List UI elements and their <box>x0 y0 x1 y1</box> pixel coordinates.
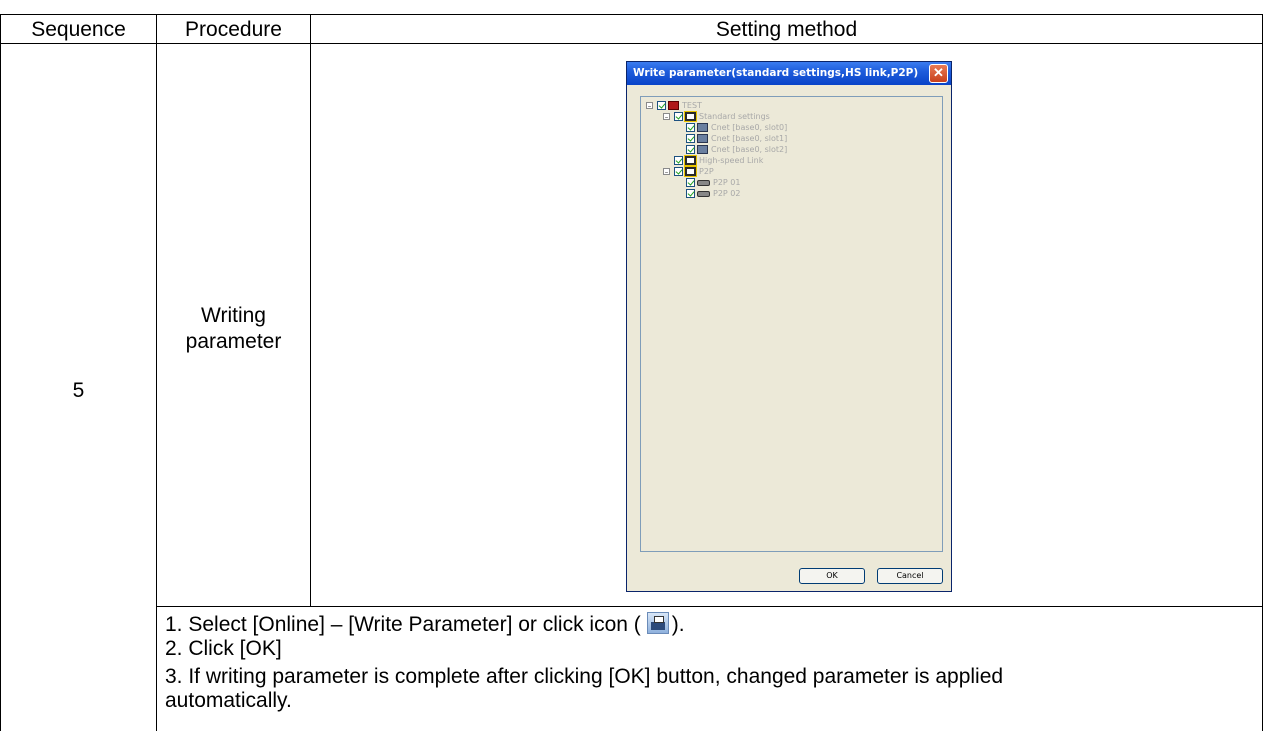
checked-checkbox-icon[interactable] <box>686 123 695 132</box>
tree-item-root[interactable]: – TEST <box>646 100 766 111</box>
checked-checkbox-icon[interactable] <box>686 134 695 143</box>
checked-checkbox-icon[interactable] <box>674 156 683 165</box>
checked-checkbox-icon[interactable] <box>657 101 666 110</box>
cable-icon <box>697 191 710 197</box>
tree-item-cnet-slot2[interactable]: Cnet [base0, slot2] <box>686 144 836 155</box>
ok-button[interactable]: OK <box>799 568 865 584</box>
header-setting-method: Setting method <box>715 18 858 41</box>
tree-label-p2p02: P2P 02 <box>713 189 741 198</box>
procedure-line2: parameter <box>185 330 282 353</box>
tree-item-standard-settings[interactable]: – Standard settings <box>663 111 813 122</box>
sequence-number: 5 <box>72 379 85 402</box>
tree-item-high-speed-link[interactable]: High-speed Link <box>674 155 824 166</box>
plc-icon <box>668 101 679 110</box>
instruction-line1-text: 1. Select [Online] – [Write Parameter] o… <box>165 613 641 636</box>
network-icon <box>697 145 708 154</box>
header-procedure: Procedure <box>185 18 282 41</box>
tree-label-p2p01: P2P 01 <box>713 178 741 187</box>
network-icon <box>697 134 708 143</box>
checked-checkbox-icon[interactable] <box>674 112 683 121</box>
tree-label-high-speed-link: High-speed Link <box>699 156 764 165</box>
write-parameter-dialog: Write parameter(standard settings,HS lin… <box>626 61 952 592</box>
instruction-line3: 3. If writing parameter is complete afte… <box>165 665 1004 688</box>
instructions-top-border <box>156 606 1263 607</box>
cancel-button[interactable]: Cancel <box>877 568 943 584</box>
tree-item-p2p[interactable]: – P2P <box>663 166 813 177</box>
header-sequence: Sequence <box>31 18 126 41</box>
procedure-line1: Writing <box>201 304 266 327</box>
tree-item-cnet-slot0[interactable]: Cnet [base0, slot0] <box>686 122 836 133</box>
minus-box-icon[interactable]: – <box>646 102 653 110</box>
tree-label-standard-settings: Standard settings <box>699 112 770 121</box>
tree-label-cnet-slot2: Cnet [base0, slot2] <box>711 145 788 154</box>
tree-item-cnet-slot1[interactable]: Cnet [base0, slot1] <box>686 133 836 144</box>
checked-checkbox-icon[interactable] <box>674 167 683 176</box>
checked-checkbox-icon[interactable] <box>686 178 695 187</box>
header-bottom-border <box>0 43 1263 44</box>
checked-checkbox-icon[interactable] <box>686 145 695 154</box>
col-divider-1 <box>156 14 157 731</box>
network-icon <box>697 123 708 132</box>
table-left-border <box>0 14 1 731</box>
tree-label-cnet-slot0: Cnet [base0, slot0] <box>711 123 788 132</box>
dialog-title: Write parameter(standard settings,HS lin… <box>627 62 951 85</box>
tree-label-cnet-slot1: Cnet [base0, slot1] <box>711 134 788 143</box>
write-parameter-icon <box>646 612 669 635</box>
tree-item-p2p01[interactable]: P2P 01 <box>686 177 836 188</box>
tree-label-p2p: P2P <box>699 167 714 176</box>
cable-icon <box>697 180 710 186</box>
close-icon[interactable]: ✕ <box>929 64 948 83</box>
module-icon <box>684 155 697 166</box>
tree-item-p2p02[interactable]: P2P 02 <box>686 188 836 199</box>
minus-box-icon[interactable]: – <box>663 113 670 121</box>
table-top-border <box>0 14 1263 15</box>
tree-label-root: TEST <box>682 101 702 110</box>
module-icon <box>684 166 697 177</box>
instruction-line4: automatically. <box>165 689 292 712</box>
instruction-line1-end: ). <box>671 613 685 636</box>
instruction-line1: 1. Select [Online] – [Write Parameter] o… <box>165 612 685 637</box>
instruction-line2: 2. Click [OK] <box>165 637 282 660</box>
checked-checkbox-icon[interactable] <box>686 189 695 198</box>
parameter-tree: – TEST – Standard settings Cnet [base0, … <box>640 96 943 552</box>
module-icon <box>684 111 697 122</box>
col-divider-2 <box>310 14 311 607</box>
minus-box-icon[interactable]: – <box>663 168 670 176</box>
